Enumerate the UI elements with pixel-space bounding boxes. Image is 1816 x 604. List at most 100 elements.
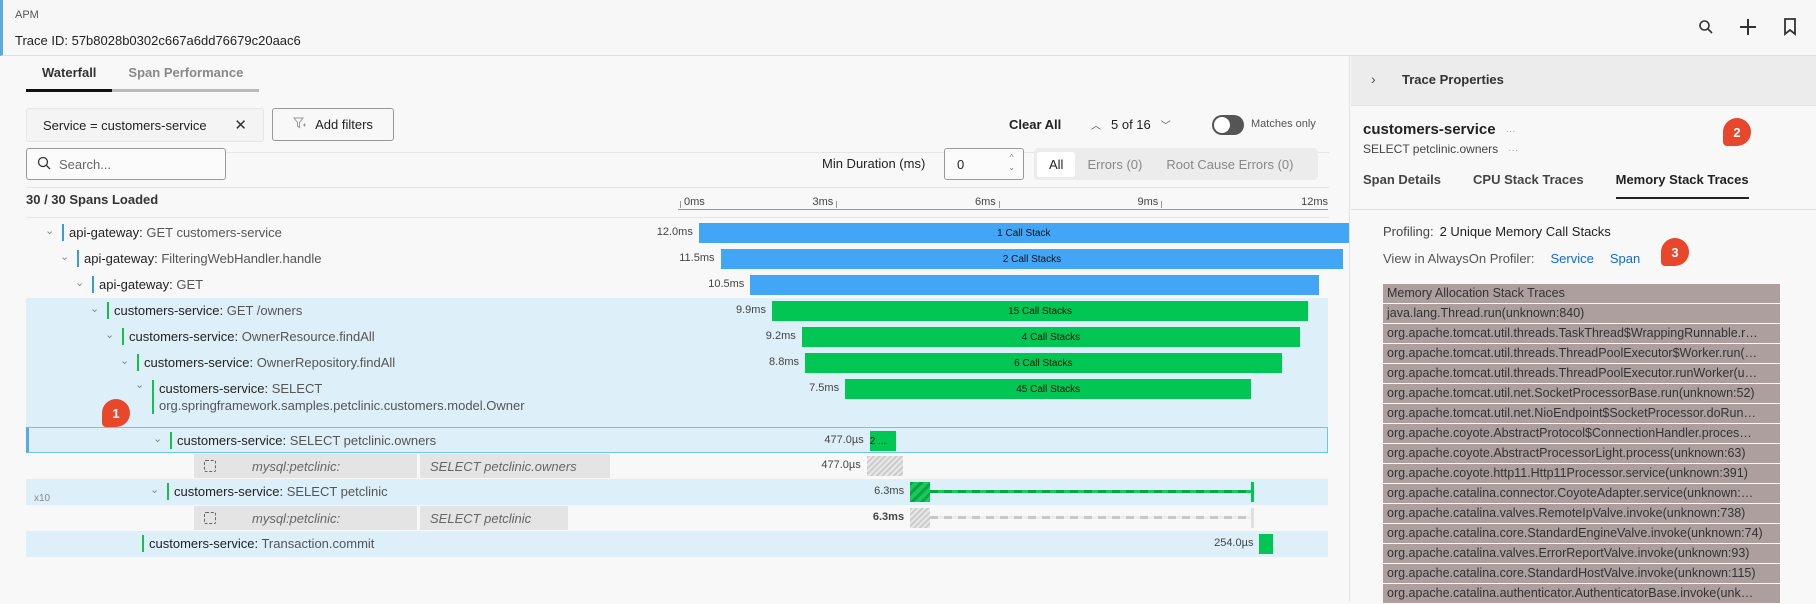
chevron-down-icon[interactable]: ⌄ [153,432,162,445]
span-row[interactable]: ⌄ api-gateway: FilteringWebHandler.handle… [26,246,1344,272]
tab-span-details[interactable]: Span Details [1363,172,1441,199]
chevron-down-icon[interactable]: ⌄ [135,378,144,391]
span-row[interactable]: ⌄ customers-service: SELECT org.springfram… [26,376,1328,427]
chevron-down-icon[interactable]: ⌄ [75,276,84,289]
span-label[interactable]: customers-service: OwnerRepository.findA… [137,354,395,371]
span-row[interactable]: ⌄ api-gateway: GET 10.5ms [26,272,1328,298]
chevron-down-icon[interactable]: ⌄ [90,302,99,315]
span-label[interactable]: customers-service: SELECT petclinic.owne… [170,432,436,449]
axis-tick-mark [998,201,1000,208]
profiling-value: 2 Unique Memory Call Stacks [1439,224,1611,239]
chevron-down-icon[interactable]: ⌄ [60,250,69,263]
span-operation: SELECT petclinic.owners [1363,142,1499,156]
tab-memory-stack-traces[interactable]: Memory Stack Traces [1615,172,1749,199]
axis-tick-mark [1161,201,1163,208]
axis-tick-mark [836,201,838,208]
search-icon[interactable] [1696,17,1716,37]
db-span-row[interactable]: mysql:petclinic: SELECT petclinic.owners 4… [26,453,1328,479]
stack-frame: org.apache.catalina.authenticator.Authen… [1383,584,1780,603]
add-filters-button[interactable]: Add filters [272,108,394,141]
span-bar[interactable]: 2 ... [869,431,896,451]
axis-tick: 9ms [1138,196,1163,208]
span-service: customers-service: [174,484,284,499]
min-duration-input[interactable]: 0 ^ ⌄ [944,148,1024,180]
span-label[interactable]: customers-service: Transaction.commit [142,535,374,552]
stack-frame: org.apache.catalina.core.StandardEngineV… [1383,524,1780,543]
db-name: mysql:petclinic: [252,458,341,474]
tab-cpu-stack-traces[interactable]: CPU Stack Traces [1473,172,1584,199]
span-row[interactable]: ⌄ customers-service: SELECT petclinic x10 6… [26,479,1328,505]
stack-frame: org.apache.tomcat.util.net.NioEndpoint$S… [1383,404,1780,423]
span-row[interactable]: ⌄ api-gateway: GET customers-service 12.0m… [26,220,1349,246]
span-bar[interactable] [910,508,931,528]
repeat-end-mark [1251,482,1255,502]
chevron-down-icon[interactable]: ⌄ [120,354,129,367]
span-bar[interactable]: 6 Call Stacks [805,353,1282,373]
trace-properties-title: Trace Properties [1402,72,1504,87]
span-bar[interactable] [750,275,1320,295]
remove-filter-icon[interactable]: ✕ [234,116,247,134]
span-label[interactable]: api-gateway: GET [92,276,203,293]
tab-span-performance[interactable]: Span Performance [112,56,260,92]
matches-only-toggle[interactable] [1212,115,1244,135]
min-duration-value: 0 [957,157,965,172]
span-operation: GET [176,277,204,292]
span-bar[interactable]: 45 Call Stacks [845,379,1252,399]
span-bar[interactable] [910,482,931,502]
span-bar[interactable] [866,456,903,476]
chevron-up-icon[interactable]: ︿ [1091,117,1101,132]
repeat-count: x10 [34,493,51,504]
chevron-right-icon[interactable]: › [1371,71,1376,87]
span-row[interactable]: ⌄ customers-service: GET /owners 9.9ms 15 C… [26,298,1328,324]
span-row[interactable]: ⌄ customers-service: OwnerResource.findAl… [26,324,1328,350]
span-bar[interactable]: 1 Call Stack [698,223,1349,243]
chevron-down-icon[interactable]: ﹀ [1161,117,1171,132]
stack-frame: org.apache.tomcat.util.threads.ThreadPoo… [1383,344,1780,363]
profiler-span-link[interactable]: Span [1610,251,1640,266]
chevron-down-icon[interactable]: ⌄ [105,328,114,341]
span-bar[interactable] [1259,534,1274,554]
chevron-down-icon[interactable]: ⌄ [45,224,54,237]
span-label[interactable]: api-gateway: FilteringWebHandler.handle [77,250,322,267]
span-label[interactable]: customers-service: SELECT petclinic [167,483,388,500]
span-bar[interactable]: 2 Call Stacks [720,249,1344,269]
span-service: customers-service: [159,381,269,396]
search-icon [37,156,51,173]
filter-chip-label: Service = customers-service [43,117,207,133]
service-more-icon[interactable]: ··· [1506,126,1516,137]
span-row[interactable]: ⌄ customers-service: SELECT petclinic.own… [26,427,1328,453]
axis-tick-mark [680,201,681,208]
db-span-row[interactable]: mysql:petclinic: SELECT petclinic 6.3ms [26,505,1328,531]
bookmark-icon[interactable] [1780,17,1800,37]
segment-all[interactable]: All [1037,151,1076,177]
span-operation: SELECT petclinic [286,484,388,499]
stack-frame: org.apache.tomcat.util.threads.ThreadPoo… [1383,364,1780,383]
span-label[interactable]: customers-service: SELECT org.springframe… [152,380,525,414]
duration-stepper[interactable]: ^ ⌄ [1008,153,1015,173]
filter-plus-icon [293,117,307,132]
segment-errors[interactable]: Errors (0) [1075,152,1154,177]
span-label[interactable]: api-gateway: GET customers-service [62,224,282,241]
span-bar[interactable]: 4 Call Stacks [801,327,1301,347]
segment-root-cause-errors[interactable]: Root Cause Errors (0) [1154,152,1305,177]
clear-all-button[interactable]: Clear All [1009,117,1061,132]
span-label[interactable]: customers-service: GET /owners [107,302,302,319]
span-row[interactable]: customers-service: Transaction.commit 254… [26,531,1328,557]
app-header: APM Trace ID: 57b8028b0302c667a6dd76679c… [0,0,1816,56]
chevron-down-icon[interactable]: ⌄ [150,483,159,496]
annotation-badge-1: 1 [102,399,130,427]
span-row[interactable]: ⌄ customers-service: OwnerRepository.find… [26,350,1328,376]
span-label[interactable]: customers-service: OwnerResource.findAll [122,328,375,345]
stack-frame: org.apache.catalina.core.StandardHostVal… [1383,564,1780,583]
tab-waterfall[interactable]: Waterfall [26,56,113,92]
plus-icon[interactable] [1738,17,1758,37]
axis-tick-label: 6ms [975,196,996,208]
time-axis: 0ms 3ms 6ms 9ms 12ms [678,188,1328,210]
span-service: customers-service [1363,121,1496,138]
profiler-service-link[interactable]: Service [1551,251,1594,266]
span-bar[interactable]: 15 Call Stacks [771,301,1309,321]
add-filters-label: Add filters [315,117,373,132]
operation-more-icon[interactable]: ··· [1508,145,1518,156]
trace-properties-header[interactable]: › Trace Properties [1351,56,1816,106]
search-input[interactable]: Search... [26,148,226,180]
